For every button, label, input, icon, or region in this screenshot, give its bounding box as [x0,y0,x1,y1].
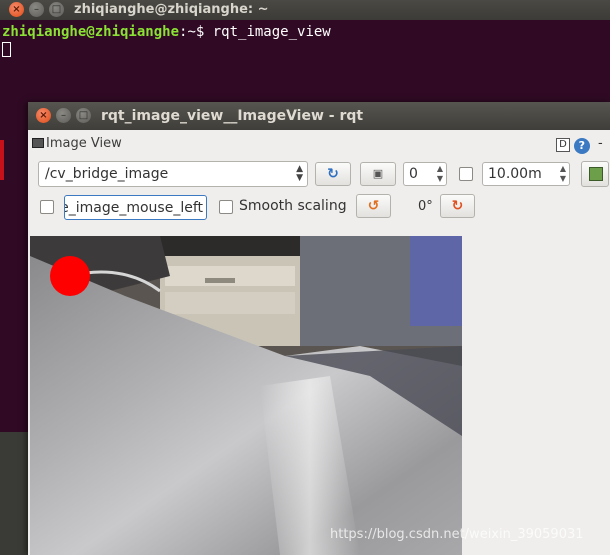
save-icon [589,167,603,181]
rotate-right-button[interactable]: ↻ [440,194,475,218]
rotate-left-icon: ↺ [367,198,380,214]
rqt-maximize-icon[interactable]: □ [76,108,91,123]
terminal-titlebar: × – □ zhiqianghe@zhiqianghe: ~ [0,0,610,20]
terminal-close-icon[interactable]: × [9,2,24,17]
terminal-title: zhiqianghe@zhiqianghe: ~ [74,2,269,17]
rqt-title: rqt_image_view__ImageView - rqt [101,108,364,124]
rate-spinbox[interactable]: 10.00m ▲ ▼ [482,162,570,186]
rqt-close-icon[interactable]: × [36,108,51,123]
rqt-window: × – □ rqt_image_view__ImageView - rqt Im… [28,102,610,555]
dock-controls: D ? [556,136,590,154]
zoom-spinbox[interactable]: 0 ▲ ▼ [403,162,447,186]
dock-d-button[interactable]: D [556,138,570,152]
terminal-command: rqt_image_view [212,24,331,40]
terminal-cursor [2,42,11,57]
rqt-titlebar[interactable]: × – □ rqt_image_view__ImageView - rqt [28,102,610,130]
mouse-topic-input[interactable]: /cv_bridge_image_mouse_left [64,195,207,220]
refresh-icon: ↻ [327,166,339,182]
camera-frame [30,236,462,555]
rotate-left-button[interactable]: ↺ [356,194,391,218]
terminal-edge-strip [0,140,4,180]
terminal-maximize-icon[interactable]: □ [49,2,64,17]
rotation-label: 0° [418,199,433,214]
watermark: https://blog.csdn.net/weixin_39059031 [330,527,584,542]
rotate-right-icon: ↻ [451,198,464,214]
topic-select[interactable]: /cv_bridge_image ▲ ▼ [38,161,308,187]
combo-arrows-icon: ▲ ▼ [296,164,303,183]
zoom-fit-button[interactable]: ▣ [360,162,396,186]
refresh-button[interactable]: ↻ [315,162,351,186]
zoom-checkbox[interactable] [459,167,473,181]
image-view-icon [32,138,44,148]
smooth-scaling-label: Smooth scaling [239,198,347,214]
save-image-button[interactable] [581,161,609,187]
prompt-user: zhiqianghe@zhiqianghe [2,24,180,40]
mouse-topic-value: /cv_bridge_image_mouse_left [65,200,203,216]
rqt-minimize-icon[interactable]: – [56,108,71,123]
smooth-scaling-checkbox[interactable] [219,200,233,214]
rate-spinbox-value: 10.00m [488,166,542,182]
spin-arrows-icon[interactable]: ▲ ▼ [560,164,566,184]
terminal-command-line: zhiqianghe@zhiqianghe:~$ rqt_image_view [2,24,331,40]
prompt-path: :~$ [179,24,213,40]
mouse-click-marker [50,256,90,296]
spin-arrows-icon[interactable]: ▲ ▼ [437,164,443,184]
mouse-publish-checkbox[interactable] [40,200,54,214]
zoom-spinbox-value: 0 [409,166,418,182]
terminal-minimize-icon[interactable]: – [29,2,44,17]
zoom-fit-icon: ▣ [372,167,384,180]
dock-close-button[interactable]: - [598,136,603,151]
dock-title: Image View [32,136,122,151]
camera-image[interactable] [30,236,462,555]
dock-title-label: Image View [46,136,122,151]
topic-select-value: /cv_bridge_image [45,166,169,182]
help-icon[interactable]: ? [573,138,590,154]
